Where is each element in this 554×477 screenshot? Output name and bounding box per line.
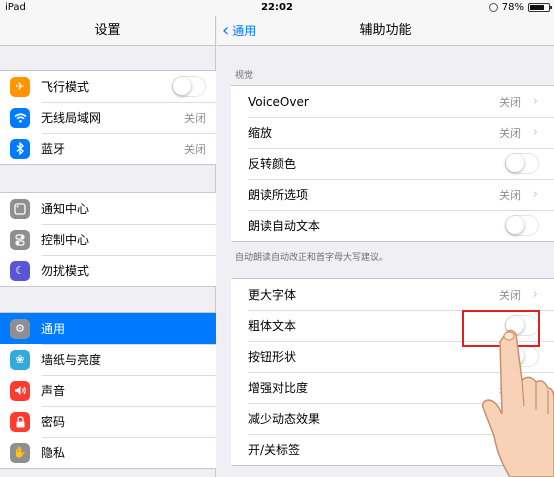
sidebar-item-label: 无线局域网 — [41, 111, 102, 125]
setting-speak-auto-text: 朗读自动文本 — [231, 210, 554, 241]
sidebar-item-label: 飞行模式 — [41, 80, 90, 94]
chevron-right-icon: › — [532, 125, 538, 140]
sidebar-item-label: 声音 — [41, 384, 66, 398]
sidebar-item-label: 墙纸与亮度 — [41, 353, 102, 367]
settings-group-connectivity: ✈ 飞行模式 无线局域网 关闭 蓝牙 关闭 — [0, 70, 216, 165]
setting-value: 关闭 — [499, 126, 521, 140]
setting-label: 缩放 — [248, 126, 273, 140]
setting-label: 减少动态效果 — [248, 412, 321, 426]
setting-label: 增强对比度 — [248, 381, 309, 395]
battery-icon — [528, 3, 552, 12]
invert-colors-toggle[interactable] — [505, 153, 539, 174]
lock-icon — [10, 411, 30, 432]
section-header-vision: 视觉 — [235, 71, 254, 81]
setting-label: VoiceOver — [248, 94, 309, 109]
setting-label: 粗体文本 — [248, 319, 297, 333]
setting-label: 更大字体 — [248, 288, 297, 302]
sidebar-item-sounds[interactable]: 声音 — [0, 375, 216, 406]
setting-voiceover[interactable]: VoiceOver 关闭 › — [231, 86, 554, 117]
sidebar-item-label: 蓝牙 — [41, 142, 66, 156]
status-bar: iPad 22:02 78% — [0, 0, 554, 16]
sidebar-item-passcode[interactable]: 密码 — [0, 406, 216, 437]
bluetooth-status: 关闭 — [184, 142, 206, 156]
settings-sidebar: 设置 ✈ 飞行模式 无线局域网 关闭 蓝牙 关闭 通知中心 控制中心 ☾ 勿扰模… — [0, 16, 216, 477]
setting-value: 关闭 — [499, 95, 521, 109]
settings-title: 设置 — [0, 16, 215, 46]
setting-invert-colors: 反转颜色 — [231, 148, 554, 179]
rotation-lock-icon — [488, 3, 498, 12]
setting-larger-text[interactable]: 更大字体 关闭 › — [231, 279, 554, 310]
setting-label: 朗读所选项 — [248, 188, 309, 202]
flower-icon: ❀ — [10, 349, 30, 370]
page-title: 辅助功能 — [359, 23, 412, 38]
battery-percent: 78% — [501, 2, 524, 13]
sidebar-item-do-not-disturb[interactable]: ☾ 勿扰模式 — [0, 255, 216, 286]
airplane-mode-toggle[interactable] — [172, 76, 206, 97]
sidebar-item-label: 通知中心 — [41, 202, 90, 216]
speaker-icon — [10, 380, 30, 401]
clock: 22:02 — [261, 2, 293, 13]
speak-auto-text-footnote: 自动朗读自动改正和首字母大写建议。 — [235, 253, 389, 263]
sidebar-item-airplane-mode[interactable]: ✈ 飞行模式 — [0, 71, 216, 102]
setting-label: 朗读自动文本 — [248, 219, 321, 233]
wifi-status: 关闭 — [184, 111, 206, 125]
sidebar-item-privacy[interactable]: ✋ 隐私 — [0, 437, 216, 468]
wifi-icon — [10, 107, 30, 128]
settings-group-notifications: 通知中心 控制中心 ☾ 勿扰模式 — [0, 192, 216, 287]
sidebar-item-bluetooth[interactable]: 蓝牙 关闭 — [0, 133, 216, 164]
chevron-right-icon: › — [532, 287, 538, 302]
setting-label: 反转颜色 — [248, 157, 297, 171]
sidebar-item-notification-center[interactable]: 通知中心 — [0, 193, 216, 224]
sidebar-item-label: 隐私 — [41, 446, 66, 460]
notification-icon — [10, 198, 30, 219]
airplane-icon: ✈ — [10, 76, 30, 97]
setting-label: 按钮形状 — [248, 350, 297, 364]
chevron-right-icon: › — [532, 94, 538, 109]
hand-icon: ✋ — [10, 442, 30, 463]
sidebar-item-label: 密码 — [41, 415, 66, 429]
accessibility-group-vision: VoiceOver 关闭 › 缩放 关闭 › 反转颜色 朗读所选项 关闭 › 朗… — [231, 85, 554, 242]
setting-value: 关闭 — [499, 288, 521, 302]
detail-nav-bar: ‹ 通用 辅助功能 — [217, 16, 554, 46]
gear-icon: ⚙ — [10, 318, 30, 339]
sidebar-item-label: 控制中心 — [41, 233, 90, 247]
bluetooth-icon — [10, 138, 30, 159]
sidebar-item-general[interactable]: ⚙ 通用 — [0, 313, 216, 344]
sidebar-item-label: 勿扰模式 — [41, 264, 90, 278]
setting-zoom[interactable]: 缩放 关闭 › — [231, 117, 554, 148]
speak-auto-text-toggle[interactable] — [505, 215, 539, 236]
pointing-hand-icon — [481, 329, 554, 477]
sidebar-item-label: 通用 — [41, 322, 66, 336]
setting-label: 开/关标签 — [248, 443, 301, 457]
sidebar-item-wifi[interactable]: 无线局域网 关闭 — [0, 102, 216, 133]
sidebar-item-wallpaper[interactable]: ❀ 墙纸与亮度 — [0, 344, 216, 375]
setting-speak-selection[interactable]: 朗读所选项 关闭 › — [231, 179, 554, 210]
settings-group-device: ⚙ 通用 ❀ 墙纸与亮度 声音 密码 ✋ 隐私 — [0, 312, 216, 469]
setting-value: 关闭 — [499, 188, 521, 202]
control-center-icon — [10, 229, 30, 250]
chevron-right-icon: › — [532, 187, 538, 202]
moon-icon: ☾ — [10, 260, 30, 281]
sidebar-item-control-center[interactable]: 控制中心 — [0, 224, 216, 255]
